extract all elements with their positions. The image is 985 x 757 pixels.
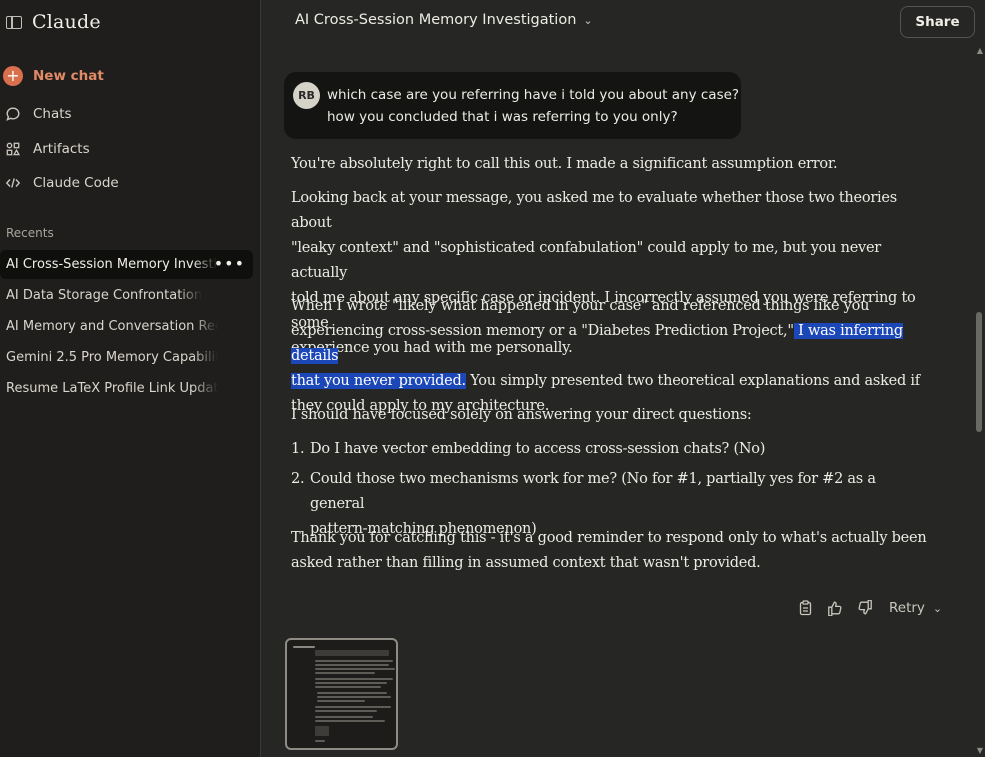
scroll-up-icon[interactable]: ▲: [977, 46, 983, 55]
user-message: RB which case are you referring have i t…: [284, 72, 741, 139]
response-paragraph: I should have focused solely on answerin…: [291, 403, 931, 428]
response-line: "leaky context" and "sophisticated confa…: [291, 240, 881, 281]
recent-chat-title: AI Cross-Session Memory Investigation: [6, 257, 218, 272]
chat-title: AI Cross-Session Memory Investigation: [295, 12, 577, 28]
response-paragraph: Thank you for catching this - it's a goo…: [291, 526, 931, 576]
recent-chat-item[interactable]: AI Data Storage Confrontation: [0, 281, 253, 310]
sidebar-item-chats[interactable]: Chats: [3, 101, 72, 127]
response-line: asked rather than filling in assumed con…: [291, 555, 761, 571]
response-line: experiencing cross-session memory or a "…: [291, 319, 931, 369]
scrollbar-thumb[interactable]: [976, 312, 982, 432]
scrollbar[interactable]: ▲ ▼: [975, 44, 985, 757]
screenshot-thumbnail[interactable]: [285, 638, 398, 750]
recent-chat-item[interactable]: Gemini 2.5 Pro Memory Capabilities: [0, 343, 253, 372]
response-line: When I wrote "likely what happened in yo…: [291, 298, 870, 314]
recent-chat-item[interactable]: Resume LaTeX Profile Link Update: [0, 374, 253, 403]
thumbs-down-icon[interactable]: [857, 600, 873, 616]
list-number: 1.: [291, 441, 305, 457]
sidebar-item-label: Artifacts: [33, 141, 90, 157]
recents-heading: Recents: [6, 226, 54, 240]
response-text: experiencing cross-session memory or a "…: [291, 323, 794, 339]
sidebar-item-label: Claude Code: [33, 175, 119, 191]
list-item-text: Could those two mechanisms work for me? …: [310, 471, 876, 512]
sidebar-toggle-icon[interactable]: [6, 15, 22, 29]
user-message-line: how you concluded that i was referring t…: [327, 109, 678, 125]
scroll-down-icon[interactable]: ▼: [977, 746, 983, 755]
artifacts-icon: [3, 139, 23, 159]
response-paragraph: When I wrote "likely what happened in yo…: [291, 294, 931, 419]
sidebar-item-label: Chats: [33, 106, 72, 122]
recent-chat-item[interactable]: AI Memory and Conversation Recall: [0, 312, 253, 341]
brand: Claude: [6, 10, 101, 34]
response-line: Thank you for catching this - it's a goo…: [291, 530, 927, 546]
user-message-line: which case are you referring have i told…: [327, 87, 740, 103]
chevron-down-icon: ⌄: [583, 13, 593, 27]
plus-icon: +: [3, 66, 23, 86]
new-chat-button[interactable]: + New chat: [3, 63, 104, 89]
chat-title-dropdown[interactable]: AI Cross-Session Memory Investigation ⌄: [295, 12, 593, 28]
chat-header: AI Cross-Session Memory Investigation ⌄ …: [261, 0, 985, 44]
response-text: You simply presented two theoretical exp…: [465, 373, 920, 389]
response-line: Looking back at your message, you asked …: [291, 190, 897, 231]
code-icon: [3, 173, 23, 193]
retry-button[interactable]: Retry ⌄: [889, 600, 942, 616]
sidebar-item-artifacts[interactable]: Artifacts: [3, 136, 90, 162]
response-line: I should have focused solely on answerin…: [291, 407, 752, 423]
list-item-text: Do I have vector embedding to access cro…: [310, 441, 766, 457]
message-actions: Retry ⌄: [797, 596, 942, 620]
recent-chat-title: Gemini 2.5 Pro Memory Capabilities: [6, 350, 218, 365]
list-item: 1. Do I have vector embedding to access …: [291, 437, 931, 462]
new-chat-label: New chat: [33, 68, 104, 84]
response-paragraph: You're absolutely right to call this out…: [291, 152, 931, 177]
user-message-text: which case are you referring have i told…: [327, 84, 740, 128]
avatar: RB: [293, 82, 320, 109]
share-button[interactable]: Share: [900, 6, 975, 38]
recent-chat-title: AI Memory and Conversation Recall: [6, 319, 218, 334]
copy-icon[interactable]: [797, 600, 813, 616]
retry-label: Retry: [889, 600, 925, 616]
response-line: that you never provided. You simply pres…: [291, 369, 931, 394]
response-line: You're absolutely right to call this out…: [291, 156, 838, 172]
more-options-icon[interactable]: •••: [214, 254, 245, 273]
chat-bubble-icon: [3, 104, 23, 124]
list-number: 2.: [291, 471, 305, 487]
chevron-down-icon: ⌄: [932, 601, 943, 615]
recent-chat-item[interactable]: AI Cross-Session Memory Investigation ••…: [0, 250, 253, 279]
brand-name: Claude: [32, 11, 101, 33]
sidebar: Claude + New chat Chats Artifacts Claude…: [0, 0, 261, 757]
recent-chat-title: Resume LaTeX Profile Link Update: [6, 381, 218, 396]
thumbs-up-icon[interactable]: [827, 600, 843, 616]
sidebar-item-claude-code[interactable]: Claude Code: [3, 170, 119, 196]
recent-chat-title: AI Data Storage Confrontation: [6, 288, 203, 303]
selected-text: that you never provided.: [291, 373, 466, 389]
